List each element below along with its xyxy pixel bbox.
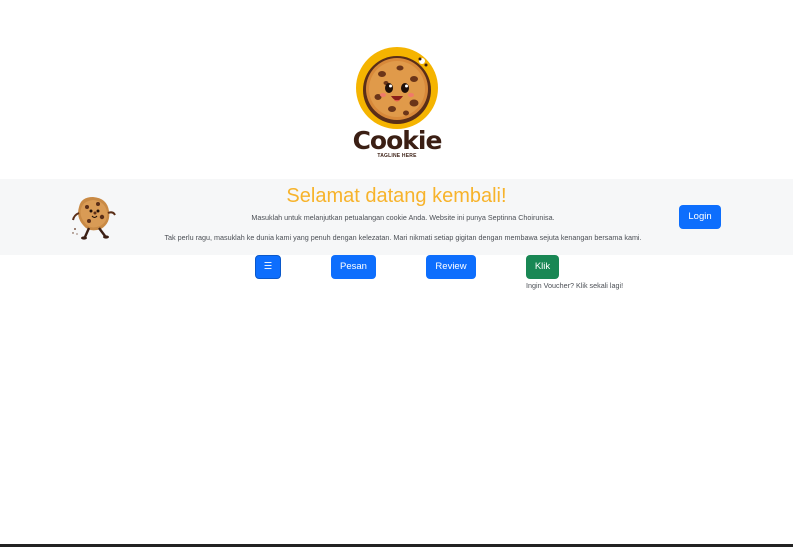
voucher-hint: Ingin Voucher? Klik sekali lagi! — [526, 281, 624, 290]
logo-wordmark: Cookie — [352, 126, 443, 155]
logo-tagline: TAGLINE HERE — [377, 153, 417, 159]
klik-button[interactable]: Klik — [526, 255, 559, 279]
hamburger-menu-icon: ☰ — [263, 261, 273, 272]
welcome-banner: Selamat datang kembali! Masuklah untuk m… — [0, 179, 793, 255]
cookie-logo-icon — [356, 47, 438, 129]
review-button[interactable]: Review — [426, 255, 476, 279]
login-button[interactable]: Login — [679, 205, 721, 229]
pesan-button[interactable]: Pesan — [331, 255, 376, 279]
hamburger-menu-button[interactable]: ☰ — [255, 255, 281, 279]
welcome-title: Selamat datang kembali! — [286, 185, 507, 207]
cookie-logo: Cookie TAGLINE HERE — [348, 44, 446, 162]
welcome-description: Tak perlu ragu, masuklah ke dunia kami y… — [164, 233, 642, 242]
welcome-subtitle: Masuklah untuk melanjutkan petualangan c… — [251, 213, 555, 222]
